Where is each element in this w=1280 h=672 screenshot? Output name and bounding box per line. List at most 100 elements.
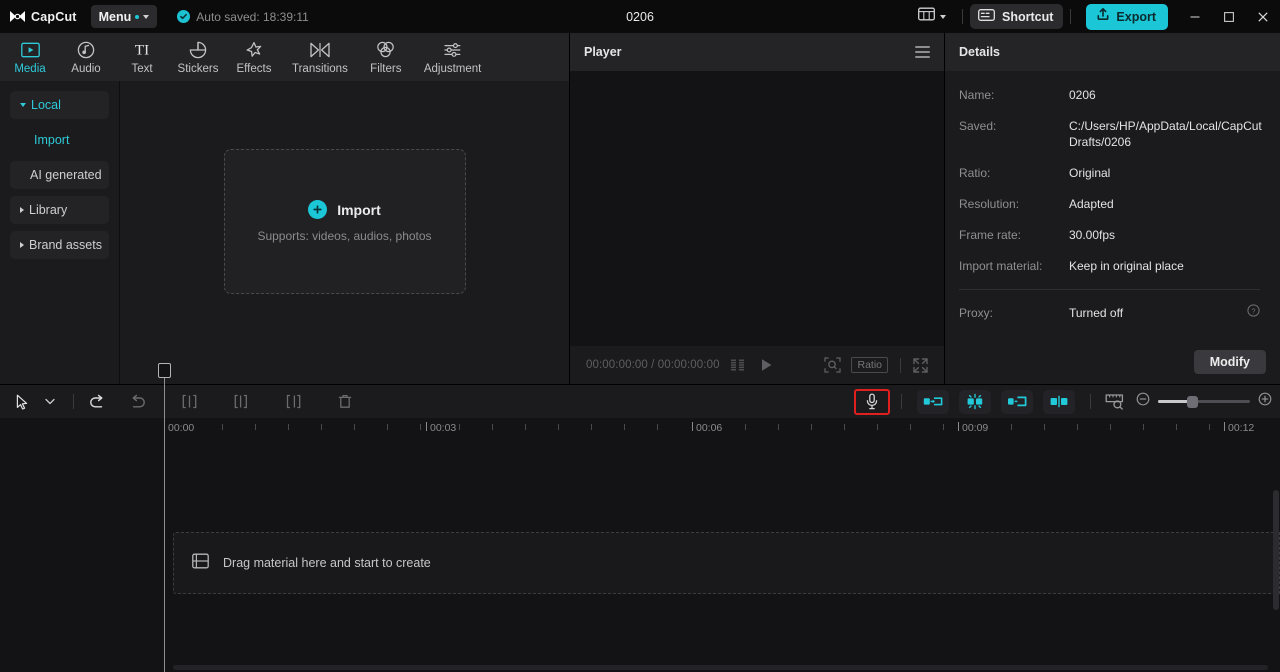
- player-preview-stage[interactable]: [570, 71, 944, 346]
- timeline-horizontal-scrollbar[interactable]: [173, 665, 1268, 670]
- timeline-zoom-slider[interactable]: [1136, 392, 1272, 411]
- zoom-slider-track[interactable]: [1158, 396, 1250, 408]
- redo-icon[interactable]: [123, 389, 151, 415]
- player-panel: Player 00:00:00:00 / 00:00:00:00 Ratio: [570, 33, 945, 384]
- tab-label: Text: [131, 62, 153, 75]
- modify-button[interactable]: Modify: [1193, 350, 1266, 374]
- tab-label: Adjustment: [423, 62, 482, 75]
- import-dropzone[interactable]: Import Supports: videos, audios, photos: [223, 149, 466, 294]
- playhead-handle[interactable]: [158, 363, 171, 378]
- autosave-label: Auto saved: 18:39:11: [196, 9, 309, 24]
- main-body: Media Audio TI Text Stickers Effects Tra…: [0, 33, 1280, 384]
- sidebar-item-ai-generated[interactable]: AI generated: [10, 161, 109, 189]
- maximize-button[interactable]: [1212, 0, 1246, 33]
- details-value: Adapted: [1069, 197, 1114, 211]
- tab-effects[interactable]: Effects: [226, 33, 282, 81]
- plus-icon: [308, 200, 328, 219]
- player-title: Player: [584, 45, 622, 59]
- timeline-vertical-scrollbar[interactable]: [1273, 490, 1279, 610]
- media-panel: Media Audio TI Text Stickers Effects Tra…: [0, 33, 570, 384]
- details-value: C:/Users/HP/AppData/Local/CapCut Drafts/…: [1069, 119, 1262, 149]
- details-title: Details: [959, 45, 1000, 59]
- ratio-button[interactable]: Ratio: [851, 357, 888, 373]
- ruler-label: 00:06: [696, 422, 723, 434]
- media-content-area: Import Supports: videos, audios, photos: [120, 81, 569, 384]
- chevron-down-icon: [20, 103, 26, 107]
- playhead[interactable]: [158, 363, 171, 672]
- layout-button[interactable]: [909, 5, 955, 28]
- select-tool-icon[interactable]: [8, 389, 36, 415]
- filters-icon: [376, 40, 395, 60]
- details-value: Keep in original place: [1069, 259, 1184, 273]
- split-icon[interactable]: [175, 389, 203, 415]
- zoom-out-icon[interactable]: [1136, 392, 1150, 411]
- title-bar: CapCut Menu Auto saved: 18:39:11 0206 Sh…: [0, 0, 1280, 33]
- zoom-preview-icon[interactable]: [824, 357, 842, 373]
- record-voiceover-button[interactable]: [854, 388, 890, 415]
- sidebar-item-library[interactable]: Library: [10, 196, 109, 224]
- sidebar-item-label: Library: [29, 203, 68, 217]
- sidebar-item-import[interactable]: Import: [10, 126, 109, 154]
- mirror-split-icon[interactable]: [1043, 389, 1075, 414]
- sidebar-item-label: Brand assets: [29, 238, 102, 252]
- details-key: Name:: [959, 88, 995, 102]
- minimize-button[interactable]: [1178, 0, 1212, 33]
- link-clips-icon[interactable]: [1001, 389, 1033, 414]
- sidebar-item-label: AI generated: [30, 168, 102, 182]
- chevron-down-icon: [143, 14, 150, 19]
- close-button[interactable]: [1246, 0, 1280, 33]
- details-panel: Details Name: 0206 Saved: C:/Users/HP/Ap…: [945, 33, 1280, 384]
- menu-button[interactable]: Menu: [90, 5, 158, 28]
- export-upload-icon: [1096, 7, 1110, 26]
- ruler-label: 00:12: [1228, 422, 1255, 434]
- fullscreen-icon[interactable]: [913, 357, 928, 373]
- player-controls: 00:00:00:00 / 00:00:00:00 Ratio: [570, 346, 944, 384]
- zoom-in-icon[interactable]: [1258, 392, 1272, 411]
- player-menu-icon[interactable]: [915, 46, 930, 58]
- tab-label: Transitions: [292, 62, 348, 75]
- ruler-label: 00:00: [168, 422, 195, 434]
- details-header: Details: [945, 33, 1280, 71]
- undo-icon[interactable]: [83, 389, 111, 415]
- select-tool-dropdown-icon[interactable]: [36, 389, 64, 415]
- transitions-icon: [310, 40, 330, 60]
- menu-label: Menu: [98, 9, 132, 24]
- play-button[interactable]: [760, 358, 773, 372]
- help-icon[interactable]: ?: [1247, 304, 1260, 322]
- shortcut-button[interactable]: Shortcut: [970, 4, 1064, 29]
- details-key: Ratio:: [959, 166, 991, 180]
- tab-adjustment[interactable]: Adjustment: [414, 33, 492, 81]
- menu-notification-dot: [135, 14, 140, 19]
- preview-ruler-icon[interactable]: [1102, 389, 1128, 415]
- tab-media[interactable]: Media: [2, 33, 58, 81]
- details-row-frame-rate: Frame rate: 30.00fps: [959, 227, 1260, 243]
- player-timecode: 00:00:00:00 / 00:00:00:00: [586, 359, 720, 371]
- sidebar-item-brand-assets[interactable]: Brand assets: [10, 231, 109, 259]
- tab-filters[interactable]: Filters: [358, 33, 414, 81]
- details-row-resolution: Resolution: Adapted: [959, 196, 1260, 212]
- timeline-tracks[interactable]: Drag material here and start to create: [0, 440, 1280, 672]
- tab-label: Audio: [71, 62, 101, 75]
- tab-transitions[interactable]: Transitions: [282, 33, 358, 81]
- auto-enhance-icon[interactable]: [959, 389, 991, 414]
- stickers-icon: [189, 40, 207, 60]
- auto-cut-icon[interactable]: [917, 389, 949, 414]
- tab-label: Effects: [236, 62, 272, 75]
- trim-right-icon[interactable]: [279, 389, 307, 415]
- details-key: Frame rate:: [959, 228, 1022, 242]
- details-value: Original: [1069, 166, 1111, 180]
- tab-audio[interactable]: Audio: [58, 33, 114, 81]
- details-value: Turned off: [1069, 306, 1124, 320]
- details-body: Name: 0206 Saved: C:/Users/HP/AppData/Lo…: [945, 71, 1280, 340]
- timeline-ruler[interactable]: 00:00 00:03 00:06 00:09 00:12: [0, 418, 1280, 440]
- tab-stickers[interactable]: Stickers: [170, 33, 226, 81]
- sidebar-item-local[interactable]: Local: [10, 91, 109, 119]
- export-button[interactable]: Export: [1086, 3, 1168, 30]
- frames-icon[interactable]: [730, 358, 746, 372]
- details-row-import-material: Import material: Keep in original place: [959, 258, 1260, 274]
- trim-left-icon[interactable]: [227, 389, 255, 415]
- delete-icon[interactable]: [331, 389, 359, 415]
- timeline-dropzone[interactable]: Drag material here and start to create: [173, 532, 1280, 594]
- zoom-slider-handle[interactable]: [1186, 396, 1198, 408]
- tab-text[interactable]: TI Text: [114, 33, 170, 81]
